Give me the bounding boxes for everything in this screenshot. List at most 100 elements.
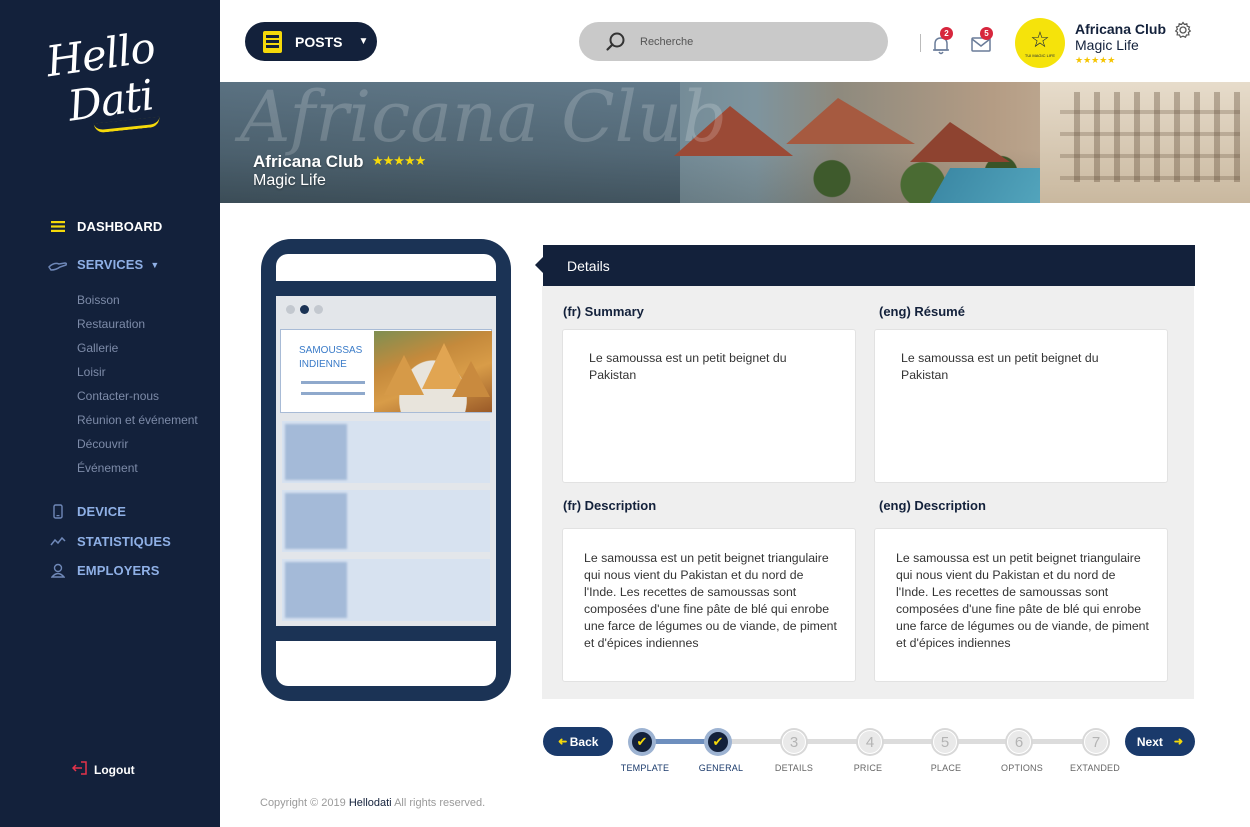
search-input[interactable] [640, 35, 860, 48]
preview-card-title: SAMOUSSAS INDIENNE [299, 345, 363, 370]
samoussa-piece [422, 343, 466, 389]
logout-label: Logout [94, 762, 135, 777]
back-label: Back [569, 734, 599, 749]
top-bar: POSTS ▼ 2 5 ☆ TUI MAGIC LIFE Africana Cl… [220, 0, 1250, 82]
nav-services[interactable]: SERVICES ▼ [48, 257, 159, 272]
hotel-rating-stars: ★★★★★ [1075, 55, 1116, 65]
copyright-prefix: Copyright © 2019 [260, 797, 346, 809]
arrow-right-icon: ➜ [1173, 736, 1184, 748]
samoussa-piece [384, 355, 424, 395]
menu-lines-icon [48, 221, 68, 232]
placeholder-thumb [285, 562, 347, 618]
document-icon [263, 30, 282, 53]
step-options[interactable]: 6 [1005, 728, 1033, 756]
hotel-subtitle: Magic Life [1075, 37, 1139, 53]
placeholder-card [282, 490, 490, 552]
sub-item-contacter-nous[interactable]: Contacter-nous [77, 389, 159, 403]
details-header: Details [535, 245, 1195, 286]
sub-item-gallerie[interactable]: Gallerie [77, 341, 118, 355]
carousel-dots [286, 305, 323, 314]
hotel-logo-text: TUI MAGIC LIFE [1024, 52, 1056, 58]
summary-en-textarea[interactable]: Le samoussa est un petit beignet du Paki… [874, 329, 1168, 483]
banner-hotel-name: Africana Club [253, 152, 364, 171]
nav-employers[interactable]: EMPLOYERS [48, 563, 160, 578]
step-details[interactable]: 3 [780, 728, 808, 756]
step-label-price: PRICE [853, 763, 883, 773]
nav-statistiques-label: STATISTIQUES [77, 534, 171, 549]
hotel-banner: Africana Club Africana Club ★★★★★ Magic … [220, 82, 1250, 203]
sidebar: Hello Dati DASHBOARD SERVICES ▼ Boisson … [0, 0, 220, 827]
hotel-logo[interactable]: ☆ TUI MAGIC LIFE [1015, 18, 1065, 68]
posts-label: POSTS [295, 33, 343, 50]
topbar-divider [920, 34, 921, 52]
step-label-template: TEMPLATE [620, 763, 670, 773]
nav-device[interactable]: DEVICE [48, 504, 126, 519]
sub-item-decouvrir[interactable]: Découvrir [77, 437, 128, 451]
nav-statistiques[interactable]: STATISTIQUES [48, 534, 171, 549]
step-price[interactable]: 4 [856, 728, 884, 756]
sub-item-loisir[interactable]: Loisir [77, 365, 106, 379]
carousel-dot [286, 305, 295, 314]
placeholder-card [282, 421, 490, 483]
posts-dropdown-button[interactable]: POSTS ▼ [245, 22, 377, 61]
sub-item-restauration[interactable]: Restauration [77, 317, 145, 331]
preview-post-card[interactable]: SAMOUSSAS INDIENNE [280, 329, 492, 413]
step-number: 6 [1007, 730, 1031, 754]
description-en-label: (eng) Description [879, 498, 986, 513]
step-template[interactable]: ✔ [628, 728, 656, 756]
sub-item-boisson[interactable]: Boisson [77, 293, 120, 307]
next-button[interactable]: Next ➜ [1125, 727, 1195, 756]
chevron-down-icon: ▼ [150, 259, 160, 270]
check-icon: ✔ [706, 730, 730, 754]
copyright-brand[interactable]: Hellodati [349, 797, 392, 809]
placeholder-thumb [285, 493, 347, 549]
step-label-details: DETAILS [774, 763, 814, 773]
description-fr-text: Le samoussa est un petit beignet triangu… [584, 551, 837, 650]
nav-dashboard[interactable]: DASHBOARD [48, 219, 162, 234]
sub-item-reunion[interactable]: Réunion et événement [77, 413, 198, 427]
gear-icon[interactable] [1174, 21, 1192, 39]
hand-service-icon [48, 258, 68, 272]
placeholder-line [301, 381, 365, 384]
banner-hotel-subtitle: Magic Life [253, 172, 326, 189]
search-icon [605, 31, 627, 53]
copyright-footer: Copyright © 2019 Hellodati All rights re… [260, 797, 485, 809]
summary-fr-textarea[interactable]: Le samoussa est un petit beignet du Paki… [562, 329, 856, 483]
step-general[interactable]: ✔ [704, 728, 732, 756]
description-fr-textarea[interactable]: Le samoussa est un petit beignet triangu… [562, 528, 856, 682]
step-place[interactable]: 5 [931, 728, 959, 756]
step-extanded[interactable]: 7 [1082, 728, 1110, 756]
placeholder-card [282, 559, 490, 621]
carousel-dot [314, 305, 323, 314]
sub-item-evenement[interactable]: Événement [77, 461, 138, 475]
step-number: 5 [933, 730, 957, 754]
banner-building [1040, 82, 1250, 203]
description-en-text: Le samoussa est un petit beignet triangu… [896, 551, 1149, 650]
phone-top-bezel [276, 254, 496, 281]
placeholder-line [301, 392, 365, 395]
phone-preview: SAMOUSSAS INDIENNE [261, 239, 511, 701]
hellodati-logo[interactable]: Hello Dati [43, 23, 166, 134]
hotel-name: Africana Club [1075, 21, 1167, 37]
back-button[interactable]: ➜ Back [543, 727, 613, 756]
next-label: Next [1136, 734, 1163, 749]
placeholder-thumb [285, 424, 347, 480]
nav-device-label: DEVICE [77, 504, 127, 519]
logout-button[interactable]: Logout [71, 761, 135, 778]
logout-icon [71, 761, 88, 778]
description-fr-label: (fr) Description [563, 498, 657, 513]
notifications-badge: 2 [940, 27, 953, 40]
check-icon: ✔ [630, 730, 654, 754]
phone-icon [48, 504, 68, 519]
step-label-place: PLACE [930, 763, 962, 773]
samoussa-image [374, 331, 492, 412]
nav-dashboard-label: DASHBOARD [77, 219, 163, 234]
search-bar[interactable] [579, 22, 888, 61]
step-label-options: OPTIONS [1001, 763, 1043, 773]
copyright-suffix: All rights reserved. [394, 797, 486, 809]
summary-fr-text: Le samoussa est un petit beignet du Paki… [589, 351, 787, 382]
description-en-textarea[interactable]: Le samoussa est un petit beignet triangu… [874, 528, 1168, 682]
banner-rating-stars: ★★★★★ [372, 153, 426, 168]
step-label-general: GENERAL [698, 763, 744, 773]
nav-employers-label: EMPLOYERS [77, 563, 160, 578]
